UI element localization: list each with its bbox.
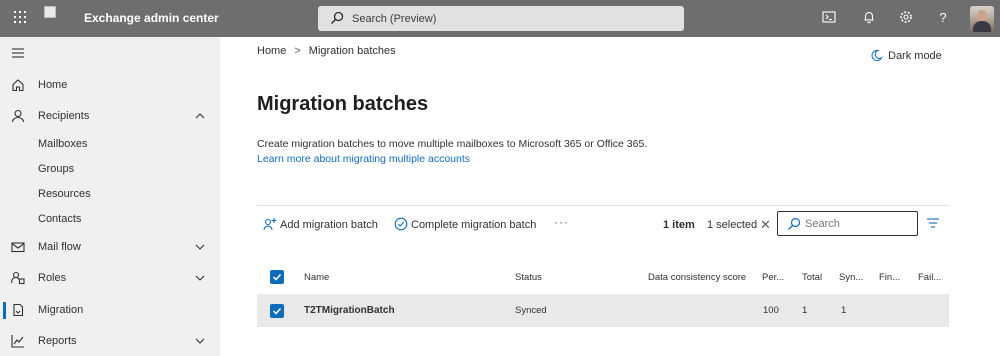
terminal-icon[interactable] [821,10,837,26]
dark-mode-toggle[interactable]: Dark mode [870,49,942,62]
check-circle-icon [394,217,408,231]
items-count: 1 item [663,219,695,231]
breadcrumb-separator: > [294,45,301,57]
nav-label-mail-flow: Mail flow [38,241,81,253]
migration-icon [13,303,24,317]
nav-item-reports[interactable]: Reports [0,327,220,355]
nav-subitem-contacts[interactable]: Contacts [38,213,81,225]
column-header-data-consistency-score[interactable]: Data consistency score [648,272,746,283]
checkmark-icon [272,307,282,315]
column-header-total[interactable]: Total [802,272,822,283]
nav-label-migration: Migration [38,304,84,316]
filter-icon[interactable] [926,217,940,232]
person-icon [11,109,25,123]
learn-more-link[interactable]: Learn more about migrating multiple acco… [257,153,470,165]
cell-name[interactable]: T2TMigrationBatch [304,305,395,316]
selected-count: 1 selected [707,219,758,231]
top-bar: Exchange admin center Search (Preview) ? [0,0,1000,37]
add-people-icon [263,218,277,231]
home-icon [12,79,24,92]
waffle-icon[interactable] [12,10,28,26]
complete-migration-batch-label: Complete migration batch [411,219,537,231]
cell-status: Synced [515,305,547,316]
left-nav: Home Recipients Mailboxes Groups Resourc… [0,37,220,356]
chevron-up-icon[interactable] [194,110,206,122]
chevron-down-icon[interactable] [194,335,206,347]
breadcrumb-current: Migration batches [308,45,396,57]
chevron-down-icon[interactable] [194,272,206,284]
nav-item-roles[interactable]: Roles [0,264,220,292]
column-header-finalized[interactable]: Fin... [879,272,900,283]
global-search-input[interactable]: Search (Preview) [318,6,684,31]
global-search-placeholder: Search (Preview) [352,13,437,25]
moon-icon [871,49,883,62]
column-header-per[interactable]: Per... [762,272,784,283]
chart-icon [11,335,24,348]
bell-icon[interactable] [861,10,877,26]
nav-label-roles: Roles [38,272,67,284]
nav-label-reports: Reports [38,335,77,347]
hamburger-icon[interactable] [11,47,25,62]
page-title: Migration batches [257,93,429,115]
column-header-synced[interactable]: Syn... [839,272,863,283]
app-title[interactable]: Exchange admin center [84,11,219,25]
nav-label-home: Home [38,79,68,91]
nav-label-recipients: Recipients [38,110,90,122]
broken-logo-image [44,6,56,18]
breadcrumb-home[interactable]: Home [257,45,286,57]
checkmark-icon [272,273,282,281]
nav-item-recipients[interactable]: Recipients [0,102,220,130]
divider [257,205,949,206]
cell-synced: 1 [841,305,847,316]
add-migration-batch-button[interactable]: Add migration batch [263,216,378,234]
select-all-checkbox[interactable] [270,270,284,284]
breadcrumb: Home > Migration batches [257,45,396,57]
table-search-box[interactable] [777,211,918,236]
gear-icon[interactable] [898,10,914,26]
mail-icon [11,242,25,253]
dark-mode-label: Dark mode [888,50,942,62]
search-icon [331,11,344,24]
nav-item-migration[interactable]: Migration [0,296,220,324]
column-header-name[interactable]: Name [304,272,329,283]
cell-total: 1 [802,305,808,316]
column-header-status[interactable]: Status [515,272,542,283]
column-header-failed[interactable]: Fail... [918,272,941,283]
main-content: Home > Migration batches Dark mode Migrati… [220,37,1000,356]
clear-selection-icon[interactable]: ✕ [760,217,771,233]
cell-per: 100 [763,305,779,316]
nav-subitem-groups[interactable]: Groups [38,163,74,175]
nav-item-mail-flow[interactable]: Mail flow [0,233,220,261]
more-options-button[interactable]: ··· [554,215,569,229]
page-description: Create migration batches to move multipl… [257,138,648,150]
active-indicator [3,302,6,319]
nav-item-home[interactable]: Home [0,71,220,99]
table-search-input[interactable] [805,216,913,231]
complete-migration-batch-button[interactable]: Complete migration batch [394,216,536,234]
row-checkbox[interactable] [270,304,284,318]
add-migration-batch-label: Add migration batch [280,219,378,231]
roles-icon [11,271,25,285]
nav-subitem-resources[interactable]: Resources [38,188,91,200]
search-icon [788,217,801,230]
chevron-down-icon[interactable] [194,241,206,253]
avatar[interactable] [970,6,994,32]
nav-subitem-mailboxes[interactable]: Mailboxes [38,138,88,150]
help-icon[interactable]: ? [935,10,951,26]
